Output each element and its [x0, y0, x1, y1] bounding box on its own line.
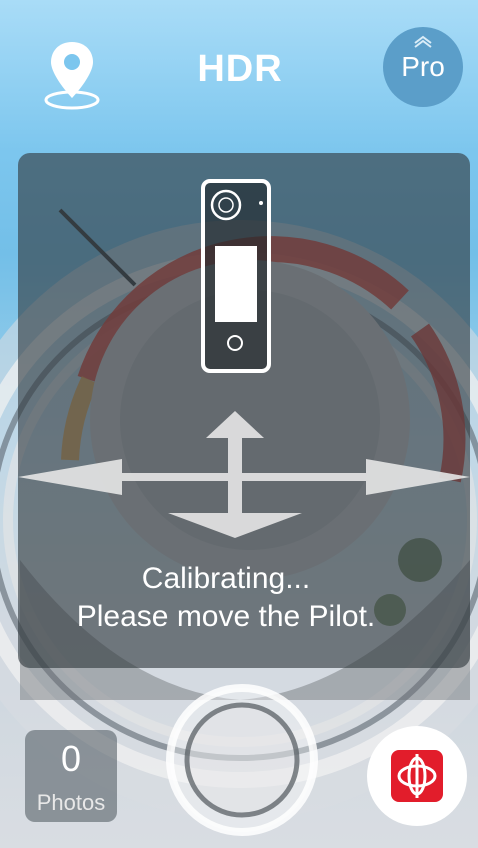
pro-label: Pro [401, 51, 445, 82]
shutter-icon [166, 684, 318, 836]
shutter-button[interactable] [165, 683, 319, 837]
photos-gallery-button[interactable]: 0 Photos [25, 730, 117, 822]
calibration-status-text: Calibrating... [141, 562, 311, 595]
location-pin-icon [44, 42, 100, 110]
photos-label: Photos [36, 790, 106, 815]
camera-screen: HDR Pro Calibrating... Please move the P… [0, 0, 478, 848]
photos-count: 0 [60, 738, 82, 779]
calibration-instruction-text: Please move the Pilot. [76, 600, 376, 633]
pro-mode-button[interactable]: Pro [383, 27, 463, 107]
top-bar: HDR Pro [0, 0, 478, 145]
gimbal-mode-button[interactable] [364, 723, 470, 829]
location-button[interactable] [40, 36, 104, 112]
chevron-up-icon [414, 35, 432, 48]
gimbal-icon [367, 726, 467, 826]
capture-mode-label[interactable]: HDR [170, 48, 310, 91]
move-arrows-icon [18, 411, 470, 538]
camera-device-icon [201, 179, 271, 373]
